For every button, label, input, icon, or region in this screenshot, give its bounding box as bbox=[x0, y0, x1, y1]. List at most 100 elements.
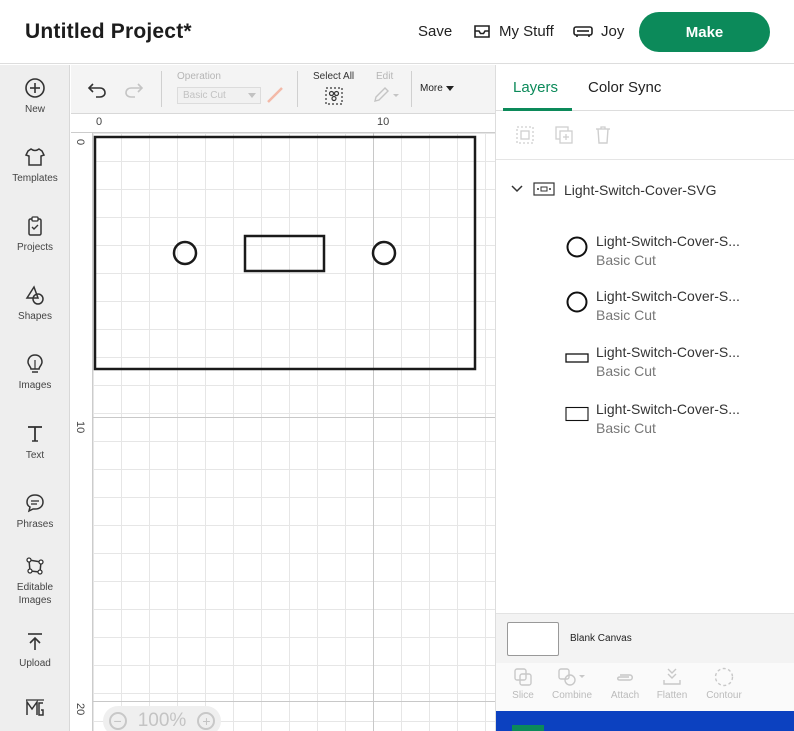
operation-select[interactable]: Basic Cut bbox=[177, 87, 261, 104]
edit-toolbar: Operation Basic Cut Select All Edit More bbox=[71, 65, 495, 114]
sidebar-item-upload[interactable]: Upload bbox=[0, 631, 70, 670]
sidebar-item-shapes[interactable]: Shapes bbox=[0, 284, 70, 323]
sidebar-item-projects[interactable]: Projects bbox=[0, 215, 70, 254]
group-icon[interactable] bbox=[515, 125, 535, 145]
shapes-icon bbox=[25, 285, 44, 305]
save-button[interactable]: Save bbox=[418, 23, 452, 40]
toolbar-separator bbox=[297, 71, 298, 107]
toolbar-separator bbox=[161, 71, 162, 107]
trash-icon[interactable] bbox=[594, 125, 612, 145]
layer-item[interactable]: Light-Switch-Cover-S... Basic Cut bbox=[496, 340, 794, 390]
contour-label: Contour bbox=[706, 690, 742, 701]
app-header: Untitled Project* Save My Stuff Joy Make bbox=[0, 0, 794, 64]
more-button[interactable]: More bbox=[420, 83, 454, 94]
slice-button[interactable]: Slice bbox=[498, 667, 548, 701]
layer-name: Light-Switch-Cover-S... bbox=[596, 288, 740, 304]
upload-icon bbox=[28, 633, 42, 650]
cover-outline-shape[interactable] bbox=[93, 135, 477, 371]
machine-icon bbox=[573, 25, 593, 37]
clipboard-icon bbox=[28, 216, 42, 236]
project-title: Untitled Project* bbox=[25, 20, 192, 43]
sidebar-item-templates[interactable]: Templates bbox=[0, 146, 70, 185]
chevron-down-icon bbox=[248, 93, 256, 98]
attach-icon bbox=[617, 674, 633, 681]
speech-bubble-icon bbox=[26, 494, 44, 513]
layer-operation: Basic Cut bbox=[596, 307, 656, 323]
panel-tabs: Layers Color Sync bbox=[496, 65, 794, 111]
edit-button[interactable] bbox=[371, 86, 401, 109]
pen-color-icon bbox=[267, 87, 283, 103]
duplicate-icon[interactable] bbox=[554, 125, 574, 145]
sidebar-label-shapes: Shapes bbox=[18, 311, 52, 322]
zoom-out-button[interactable]: − bbox=[108, 712, 127, 730]
design-artwork bbox=[93, 135, 477, 371]
sidebar-label-projects: Projects bbox=[16, 242, 54, 253]
zoom-control: − 100% + bbox=[103, 706, 221, 731]
editable-image-icon bbox=[26, 557, 44, 575]
blank-canvas-label: Blank Canvas bbox=[570, 633, 632, 644]
edit-label: Edit bbox=[376, 71, 394, 82]
layer-tools bbox=[496, 112, 794, 160]
operation-color-swatch[interactable] bbox=[265, 85, 285, 110]
my-stuff-button[interactable]: My Stuff bbox=[473, 23, 554, 40]
shirt-icon bbox=[24, 148, 46, 166]
more-label: More bbox=[420, 83, 443, 94]
layer-group-row[interactable]: Light-Switch-Cover-SVG bbox=[496, 175, 794, 205]
machine-button[interactable]: Joy bbox=[573, 23, 624, 40]
sidebar-label-phrases: Phrases bbox=[16, 519, 54, 530]
combine-label: Combine bbox=[551, 690, 593, 701]
zoom-in-button[interactable]: + bbox=[197, 712, 216, 730]
sidebar-item-editable-images[interactable]: Editable Images bbox=[0, 555, 70, 607]
flatten-label: Flatten bbox=[656, 690, 688, 701]
machine-label: Joy bbox=[601, 23, 625, 40]
layer-operation: Basic Cut bbox=[596, 252, 656, 268]
my-stuff-label: My Stuff bbox=[499, 23, 554, 40]
lightbulb-icon bbox=[27, 354, 43, 373]
text-icon bbox=[28, 426, 42, 442]
sidebar-item-images[interactable]: Images bbox=[0, 353, 70, 392]
layer-item[interactable]: Light-Switch-Cover-S... Basic Cut bbox=[496, 229, 794, 279]
screw-hole-left-shape[interactable] bbox=[172, 240, 198, 266]
bottom-bar bbox=[496, 711, 794, 731]
flatten-button[interactable]: Flatten bbox=[647, 667, 697, 701]
blank-canvas-row[interactable]: Blank Canvas bbox=[496, 613, 794, 663]
redo-icon bbox=[125, 83, 144, 98]
switch-slot-shape[interactable] bbox=[243, 234, 326, 273]
sidebar-item-new[interactable]: New bbox=[0, 77, 70, 116]
design-canvas[interactable]: 0 10 0 10 20 − 100% + bbox=[71, 115, 495, 731]
undo-button[interactable] bbox=[87, 82, 107, 103]
slice-label: Slice bbox=[512, 690, 534, 701]
slot-shape-icon bbox=[565, 353, 589, 363]
select-all-button[interactable]: Select All bbox=[307, 71, 362, 111]
zoom-level: 100% bbox=[137, 710, 187, 731]
inbox-icon bbox=[474, 25, 490, 38]
operation-label: Operation bbox=[177, 71, 221, 82]
operation-value: Basic Cut bbox=[183, 90, 226, 101]
attach-label: Attach bbox=[610, 690, 640, 701]
layer-name: Light-Switch-Cover-S... bbox=[596, 344, 740, 360]
contour-button[interactable]: Contour bbox=[699, 667, 749, 701]
monogram-icon bbox=[26, 699, 44, 716]
combine-button[interactable]: Combine bbox=[547, 667, 597, 701]
layer-item[interactable]: Light-Switch-Cover-S... Basic Cut bbox=[496, 397, 794, 447]
sidebar-item-monogram[interactable] bbox=[0, 697, 70, 719]
layers-panel: Layers Color Sync Light-Switch-Cover-SVG… bbox=[495, 65, 794, 731]
redo-button[interactable] bbox=[124, 82, 144, 103]
chevron-down-icon[interactable] bbox=[511, 185, 523, 193]
combine-icon bbox=[558, 668, 585, 686]
tab-layers[interactable]: Layers bbox=[513, 79, 558, 96]
rectangle-shape-icon bbox=[565, 406, 589, 422]
screw-hole-right-shape[interactable] bbox=[371, 240, 397, 266]
layer-name: Light-Switch-Cover-S... bbox=[596, 401, 740, 417]
pencil-icon bbox=[374, 87, 399, 102]
group-layer-icon bbox=[533, 182, 555, 196]
flatten-icon bbox=[663, 668, 681, 685]
select-all-label: Select All bbox=[313, 71, 355, 82]
sidebar-label-templates: Templates bbox=[12, 173, 58, 184]
make-button[interactable]: Make bbox=[639, 12, 770, 52]
layer-item[interactable]: Light-Switch-Cover-S... Basic Cut bbox=[496, 284, 794, 334]
attach-button[interactable]: Attach bbox=[600, 667, 650, 701]
sidebar-item-text[interactable]: Text bbox=[0, 423, 70, 462]
tab-color-sync[interactable]: Color Sync bbox=[588, 79, 661, 96]
sidebar-item-phrases[interactable]: Phrases bbox=[0, 492, 70, 531]
